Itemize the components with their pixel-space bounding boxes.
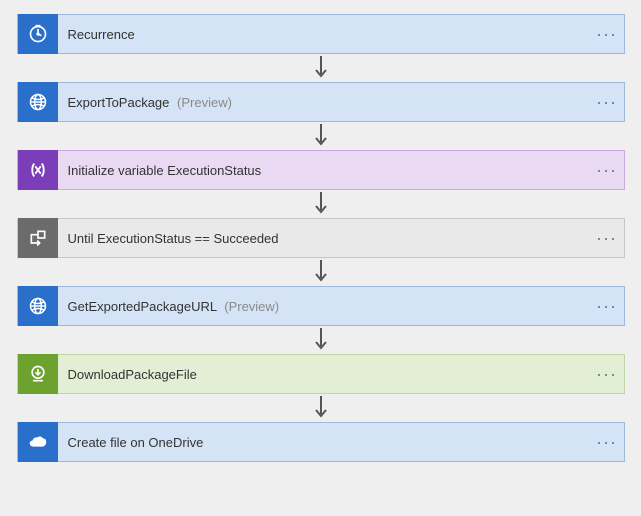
download-icon xyxy=(18,354,58,394)
step-label-text: Initialize variable ExecutionStatus xyxy=(68,163,262,178)
flow-step[interactable]: Until ExecutionStatus == Succeeded ··· xyxy=(17,218,625,258)
flow-step[interactable]: Initialize variable ExecutionStatus ··· xyxy=(17,150,625,190)
step-menu-button[interactable]: ··· xyxy=(590,92,624,113)
preview-badge: (Preview) xyxy=(224,299,279,314)
step-menu-button[interactable]: ··· xyxy=(590,432,624,453)
clock-icon xyxy=(18,14,58,54)
step-label: Recurrence xyxy=(58,27,590,42)
step-label: GetExportedPackageURL (Preview) xyxy=(58,299,590,314)
preview-badge: (Preview) xyxy=(177,95,232,110)
step-menu-button[interactable]: ··· xyxy=(590,160,624,181)
step-label: DownloadPackageFile xyxy=(58,367,590,382)
globe-icon xyxy=(18,82,58,122)
arrow-down-icon xyxy=(312,190,330,218)
step-menu-button[interactable]: ··· xyxy=(590,364,624,385)
arrow-down-icon xyxy=(312,394,330,422)
step-label-text: ExportToPackage xyxy=(68,95,170,110)
flow-step[interactable]: ExportToPackage (Preview)··· xyxy=(17,82,625,122)
step-label: Create file on OneDrive xyxy=(58,435,590,450)
step-label-text: DownloadPackageFile xyxy=(68,367,197,382)
step-label: Until ExecutionStatus == Succeeded xyxy=(58,231,590,246)
flow-step[interactable]: Create file on OneDrive ··· xyxy=(17,422,625,462)
step-menu-button[interactable]: ··· xyxy=(590,228,624,249)
step-label: Initialize variable ExecutionStatus xyxy=(58,163,590,178)
arrow-down-icon xyxy=(312,54,330,82)
step-menu-button[interactable]: ··· xyxy=(590,296,624,317)
variable-icon xyxy=(18,150,58,190)
flow-step[interactable]: DownloadPackageFile ··· xyxy=(17,354,625,394)
step-label: ExportToPackage (Preview) xyxy=(58,95,590,110)
globe-icon xyxy=(18,286,58,326)
flow-step[interactable]: GetExportedPackageURL (Preview)··· xyxy=(17,286,625,326)
flow-step[interactable]: Recurrence ··· xyxy=(17,14,625,54)
arrow-down-icon xyxy=(312,326,330,354)
step-label-text: Create file on OneDrive xyxy=(68,435,204,450)
loop-icon xyxy=(18,218,58,258)
arrow-down-icon xyxy=(312,258,330,286)
arrow-down-icon xyxy=(312,122,330,150)
onedrive-icon xyxy=(18,422,58,462)
step-menu-button[interactable]: ··· xyxy=(590,24,624,45)
step-label-text: Until ExecutionStatus == Succeeded xyxy=(68,231,279,246)
step-label-text: GetExportedPackageURL xyxy=(68,299,217,314)
step-label-text: Recurrence xyxy=(68,27,135,42)
